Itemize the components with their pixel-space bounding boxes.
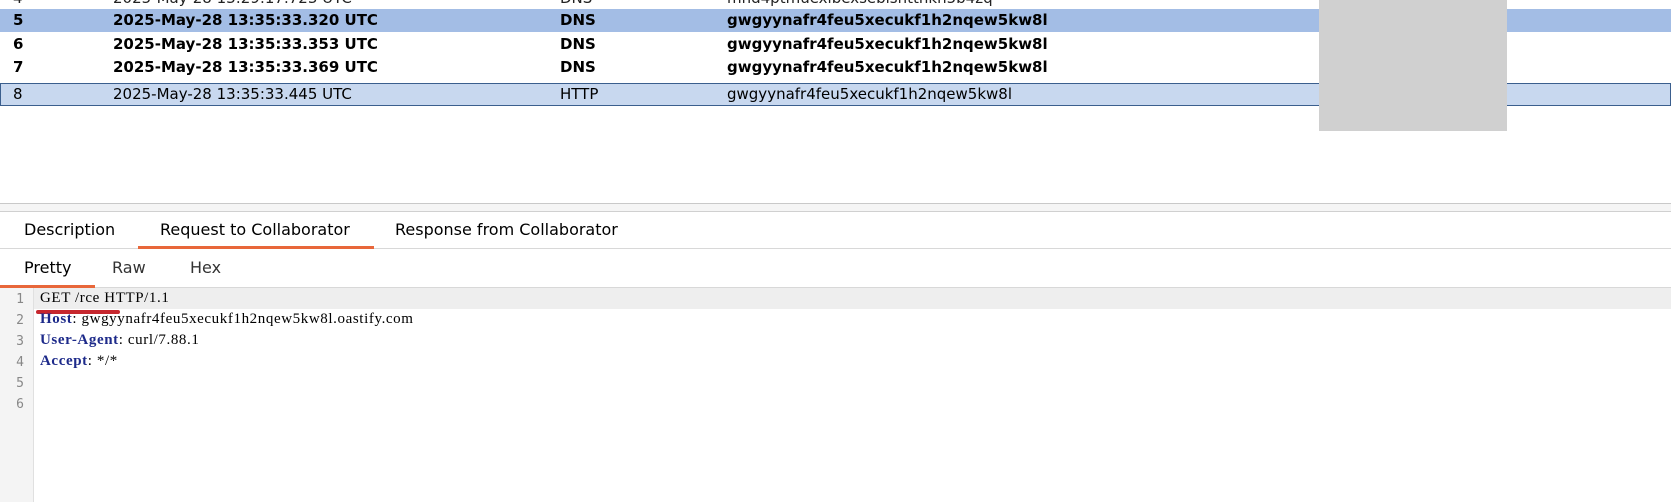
subtab-pretty[interactable]: Pretty — [0, 249, 97, 288]
row-payload: gwgyynafr4feu5xecukf1h2nqew5kw8l — [727, 58, 1048, 76]
header-separator: : — [72, 311, 82, 327]
row-type: DNS — [560, 35, 596, 53]
row-type: DNS — [560, 0, 592, 8]
subtab-raw[interactable]: Raw — [112, 249, 146, 287]
tab-description[interactable]: Description — [24, 212, 115, 248]
header-separator: : — [87, 353, 97, 369]
line-number: 4 — [16, 355, 24, 370]
line-number-gutter: 1 2 3 4 5 6 — [0, 288, 34, 502]
row-type: DNS — [560, 11, 596, 29]
line-number: 1 — [16, 292, 24, 307]
row-payload: gwgyynafr4feu5xecukf1h2nqew5kw8l — [727, 35, 1048, 53]
interactions-table: 4 2025-May-28 13:29:17.723 UTC DNS mnd4p… — [0, 0, 1671, 204]
line-number: 2 — [16, 313, 24, 328]
header-name: Accept — [40, 353, 88, 369]
redaction-box — [1319, 0, 1507, 131]
header-separator: : — [118, 332, 128, 348]
header-line-host[interactable]: Host: gwgyynafr4feu5xecukf1h2nqew5kw8l.o… — [40, 309, 414, 330]
row-time: 2025-May-28 13:35:33.369 UTC — [113, 58, 378, 76]
subtab-hex[interactable]: Hex — [190, 249, 221, 287]
row-number: 5 — [13, 11, 24, 29]
tab-request-to-collaborator[interactable]: Request to Collaborator — [138, 212, 374, 249]
row-time: 2025-May-28 13:35:33.445 UTC — [113, 85, 352, 103]
header-line-user-agent[interactable]: User-Agent: curl/7.88.1 — [40, 330, 199, 351]
header-name: User-Agent — [40, 332, 119, 348]
row-number: 6 — [13, 35, 24, 53]
line-number: 3 — [16, 334, 24, 349]
header-value: curl/7.88.1 — [127, 332, 200, 348]
row-number: 7 — [13, 58, 24, 76]
header-line-accept[interactable]: Accept: */* — [40, 351, 118, 372]
row-time: 2025-May-28 13:29:17.723 UTC — [113, 0, 352, 8]
header-value: */* — [96, 353, 118, 369]
view-mode-tabbar: Pretty Raw Hex — [0, 249, 1671, 288]
row-type: HTTP — [560, 85, 599, 103]
row-payload: mnd4ptmuexibexseblsnttnkn5b4zq — [727, 0, 993, 8]
line-number: 6 — [16, 397, 24, 412]
row-number: 4 — [13, 0, 23, 8]
row-number: 8 — [13, 85, 23, 103]
tab-response-from-collaborator[interactable]: Response from Collaborator — [395, 212, 618, 248]
row-payload: gwgyynafr4feu5xecukf1h2nqew5kw8l — [727, 11, 1048, 29]
row-type: DNS — [560, 58, 596, 76]
line-number: 5 — [16, 376, 24, 391]
row-time: 2025-May-28 13:35:33.353 UTC — [113, 35, 378, 53]
header-name: Host — [40, 311, 73, 327]
row-time: 2025-May-28 13:35:33.320 UTC — [113, 11, 378, 29]
request-editor[interactable]: 1 2 3 4 5 6 GET /rce HTTP/1.1 Host: gwgy… — [0, 288, 1671, 502]
header-value: gwgyynafr4feu5xecukf1h2nqew5kw8l.oastify… — [81, 311, 414, 327]
pane-divider[interactable] — [0, 204, 1671, 212]
row-payload: gwgyynafr4feu5xecukf1h2nqew5kw8l — [727, 85, 1013, 103]
request-line[interactable]: GET /rce HTTP/1.1 — [34, 288, 1671, 309]
detail-tabbar: Description Request to Collaborator Resp… — [0, 212, 1671, 249]
